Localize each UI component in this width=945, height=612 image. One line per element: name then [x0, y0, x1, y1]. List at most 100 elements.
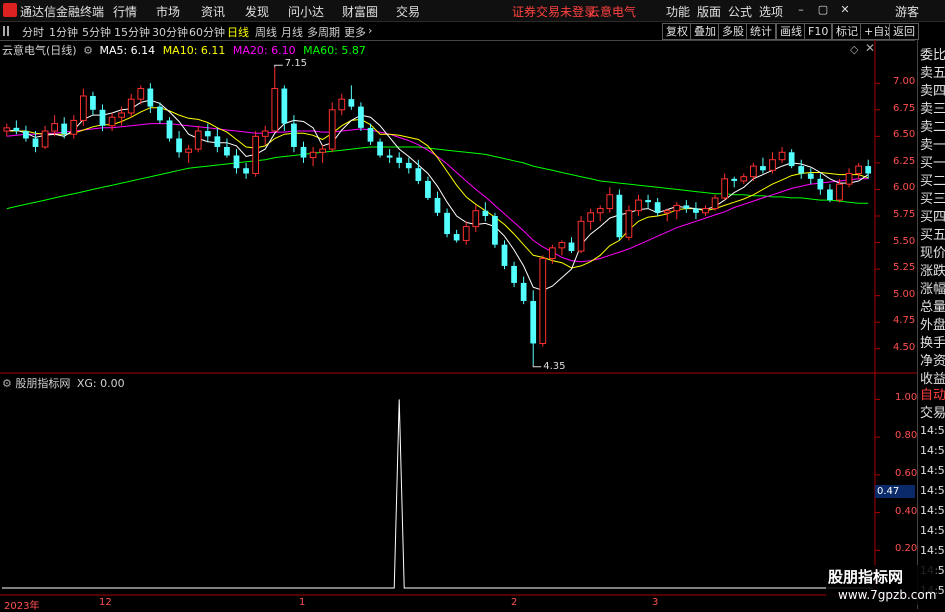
- menu-market-quotes[interactable]: 行情: [113, 3, 137, 20]
- price-tick-label: 7.00: [893, 76, 916, 88]
- quote-field-label: 净资: [920, 354, 945, 369]
- candle-body-down: [157, 106, 163, 121]
- period-daily[interactable]: 日线: [227, 24, 249, 40]
- candle-body-down: [568, 242, 575, 252]
- menu-ask[interactable]: 问小达: [288, 3, 324, 20]
- candle-body-down: [865, 166, 872, 174]
- candle-body-up: [319, 148, 327, 153]
- current-stock-name: 云意电气: [588, 5, 637, 19]
- btn-back[interactable]: 返回: [889, 23, 919, 40]
- candle-body-down: [827, 189, 833, 201]
- indicator-tick-label: 0.80: [895, 430, 918, 442]
- candle-body-down: [731, 178, 738, 181]
- watermark-url: www.7gpzb.com: [838, 588, 937, 602]
- candle-body-up: [596, 208, 604, 214]
- indicator-gear-icon[interactable]: ⚙: [2, 377, 12, 390]
- candle-body-up: [261, 130, 269, 137]
- price-tick-label: 6.00: [893, 182, 916, 194]
- candle-body-down: [32, 138, 39, 147]
- candle-body-down: [683, 205, 690, 209]
- date-label-feb: 2: [511, 597, 518, 608]
- quote-field-label: 委比: [920, 48, 945, 63]
- candle-body-up: [328, 109, 336, 150]
- btn-overlay[interactable]: 叠加: [690, 23, 720, 40]
- date-label-mar: 3: [652, 597, 659, 608]
- tick-time: 14:56: [920, 464, 945, 477]
- candle-body-up: [721, 178, 729, 199]
- candle-body-up: [836, 183, 843, 201]
- btn-f10[interactable]: F10: [804, 23, 833, 40]
- guest-label[interactable]: 游客: [895, 3, 919, 20]
- collapse-handle-icon[interactable]: [3, 26, 9, 36]
- period-intraday[interactable]: 分时: [22, 24, 44, 40]
- menu-discover[interactable]: 发现: [245, 3, 269, 20]
- candle-body-up: [635, 199, 642, 212]
- price-tick-label: 6.75: [893, 102, 916, 114]
- candle-body-up: [137, 88, 145, 100]
- period-weekly[interactable]: 周线: [255, 24, 277, 40]
- candle-body-up: [79, 95, 87, 121]
- trade-login-status[interactable]: 证券交易未登录: [512, 3, 596, 20]
- candle-body-down: [482, 210, 489, 216]
- candle-body-down: [434, 197, 441, 213]
- period-1min[interactable]: 1分钟: [49, 24, 78, 40]
- quote-field-label: 换手: [920, 336, 945, 351]
- btn-draw-line[interactable]: 画线: [776, 23, 806, 40]
- minimize-icon[interactable]: –: [795, 4, 807, 16]
- indicator-legend: ⚙ 股朋指标网 XG: 0.00: [2, 375, 125, 391]
- candle-body-down: [444, 212, 450, 235]
- quote-field-label: 卖一: [920, 138, 945, 153]
- period-5min[interactable]: 5分钟: [82, 24, 111, 40]
- btn-statistics[interactable]: 统计: [746, 23, 776, 40]
- candle-body-up: [108, 116, 116, 127]
- auto-trade-tab[interactable]: 自动: [920, 384, 945, 403]
- price-tick-label: 5.75: [893, 209, 916, 220]
- candle-body-down: [291, 123, 297, 147]
- close-icon[interactable]: ✕: [839, 4, 851, 16]
- candle-body-down: [23, 131, 29, 139]
- period-monthly[interactable]: 月线: [281, 24, 303, 40]
- kline-chart[interactable]: [0, 40, 917, 609]
- menu-wealth-circle[interactable]: 财富圈: [342, 3, 378, 20]
- candle-body-up: [558, 242, 566, 249]
- price-tick-label: 5.50: [893, 235, 916, 247]
- menu-layout[interactable]: 版面: [697, 3, 721, 20]
- restore-icon[interactable]: ▢: [817, 4, 829, 16]
- price-tick-label: 6.25: [893, 155, 916, 167]
- candle-body-up: [472, 210, 480, 228]
- quote-field-label: 买三: [920, 192, 945, 207]
- period-more[interactable]: 更多: [344, 24, 366, 40]
- candle-body-down: [176, 138, 182, 153]
- menu-options[interactable]: 选项: [759, 3, 783, 20]
- menu-news[interactable]: 资讯: [201, 3, 225, 20]
- candle-body-down: [693, 208, 699, 213]
- btn-mark[interactable]: 标记: [832, 23, 862, 40]
- chevron-right-icon[interactable]: ›: [368, 24, 372, 37]
- btn-multi-stock[interactable]: 多股: [718, 23, 748, 40]
- menu-trade[interactable]: 交易: [396, 3, 420, 20]
- candle-body-up: [778, 151, 786, 161]
- candle-body-down: [377, 141, 383, 156]
- xg-value: XG: 0.00: [76, 377, 125, 390]
- app-logo-icon: [3, 3, 17, 17]
- menu-market[interactable]: 市场: [156, 3, 180, 20]
- candle-body-down: [425, 180, 431, 198]
- menu-formula[interactable]: 公式: [728, 3, 752, 20]
- period-multi[interactable]: 多周期: [307, 24, 340, 40]
- tick-time: 14:56: [920, 484, 945, 497]
- trade-tab[interactable]: 交易: [920, 402, 945, 421]
- candle-body-up: [749, 165, 757, 178]
- tick-time: 14:56: [920, 444, 945, 457]
- candle-body-up: [539, 257, 547, 344]
- indicator-tick-label: 1.00: [895, 392, 918, 404]
- period-60min[interactable]: 60分钟: [189, 24, 225, 40]
- candle-body-down: [453, 234, 460, 241]
- indicator-tick-label: 0.60: [895, 467, 918, 479]
- menu-function[interactable]: 功能: [666, 3, 690, 20]
- indicator-tick-label: 0.20: [895, 543, 918, 555]
- xg-signal-line: [2, 399, 873, 589]
- btn-adjust[interactable]: 复权: [662, 23, 692, 40]
- period-15min[interactable]: 15分钟: [114, 24, 150, 40]
- high-marker: [274, 64, 283, 68]
- period-30min[interactable]: 30分钟: [152, 24, 188, 40]
